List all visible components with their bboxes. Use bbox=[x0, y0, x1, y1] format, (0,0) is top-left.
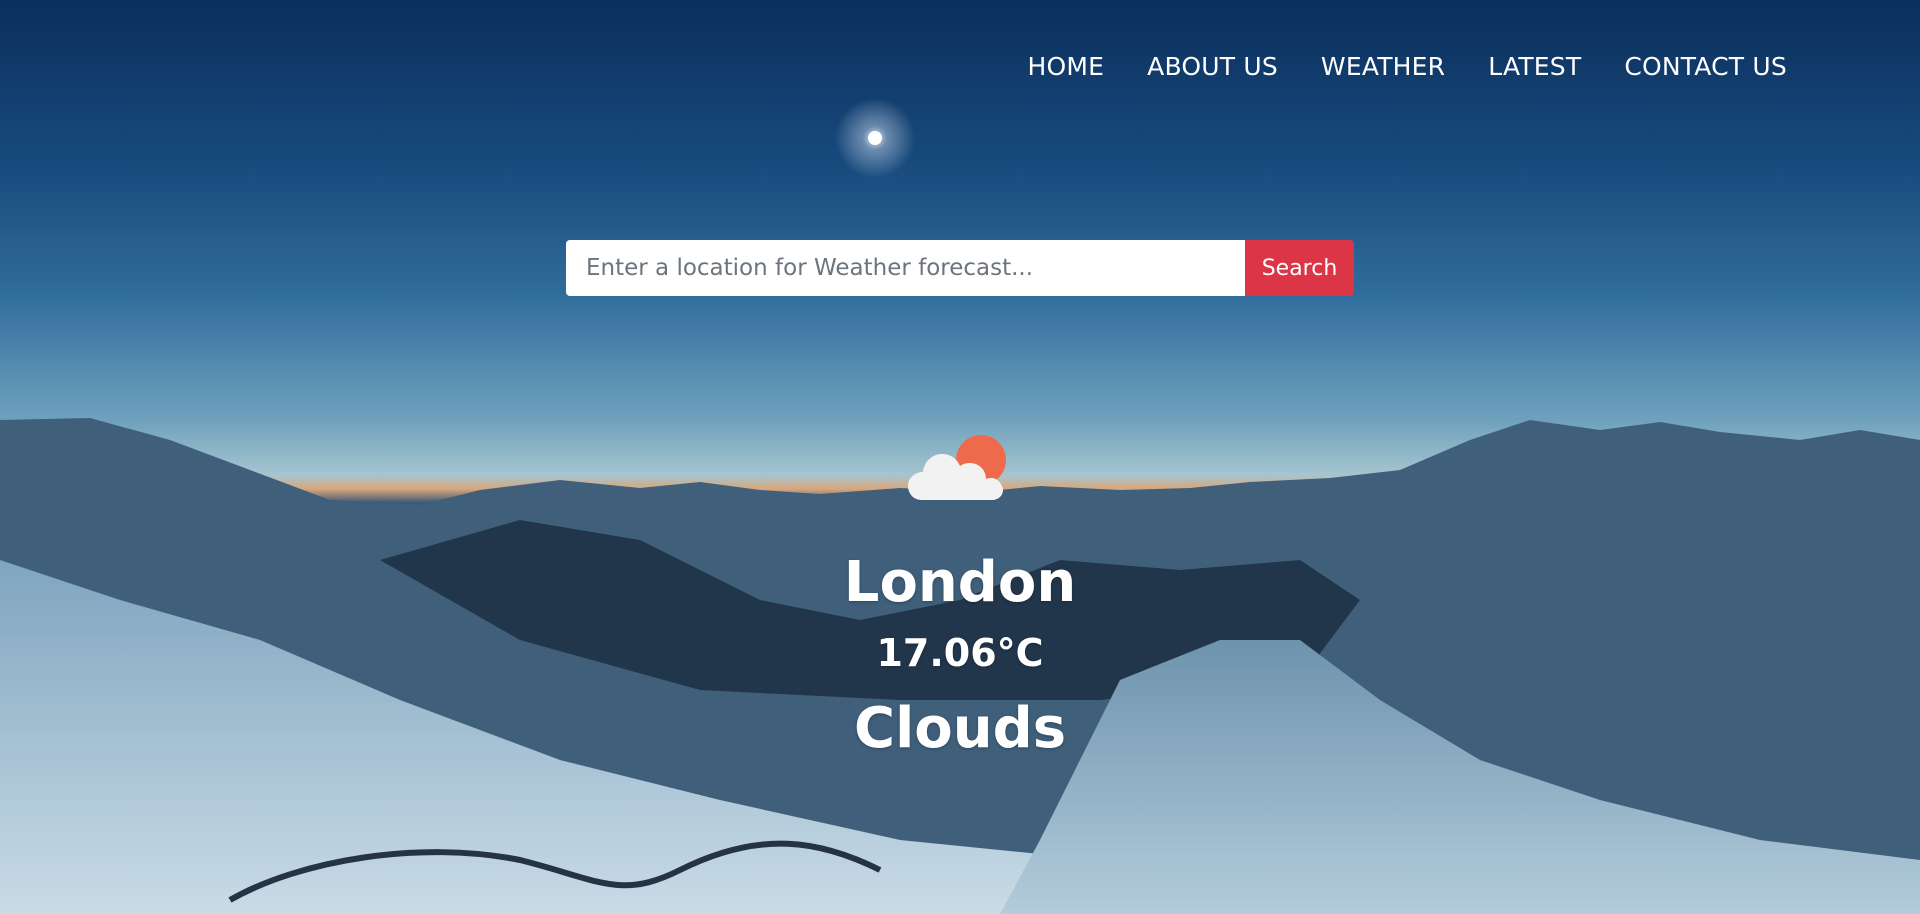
weather-condition: Clouds bbox=[853, 696, 1067, 761]
nav-about-us-link[interactable]: ABOUT US bbox=[1147, 52, 1278, 81]
nav-home-link[interactable]: HOME bbox=[1027, 52, 1104, 81]
cloud-sun-icon bbox=[908, 435, 1006, 500]
page: HOME ABOUT US WEATHER LATEST CONTACT US … bbox=[0, 0, 1920, 914]
location-search-input[interactable] bbox=[566, 240, 1245, 296]
nav-latest-link[interactable]: LATEST bbox=[1488, 52, 1581, 81]
nav-weather-link[interactable]: WEATHER bbox=[1321, 52, 1445, 81]
nav-contact-us-link[interactable]: CONTACT US bbox=[1624, 52, 1787, 81]
search-button[interactable]: Search bbox=[1245, 240, 1354, 296]
temperature-value: 17.06°C bbox=[876, 631, 1044, 675]
search-form: Search bbox=[566, 240, 1354, 296]
city-name: London bbox=[843, 550, 1077, 615]
main-nav: HOME ABOUT US WEATHER LATEST CONTACT US bbox=[1027, 52, 1787, 81]
